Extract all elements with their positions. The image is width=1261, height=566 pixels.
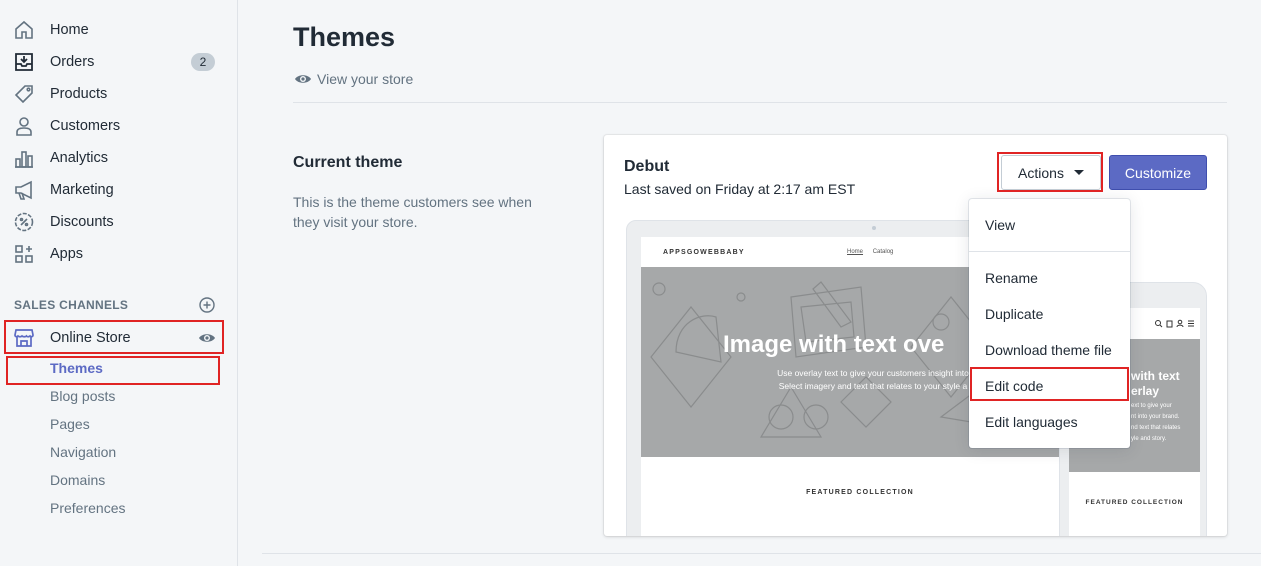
phone-sub-line: nt into your brand. (1131, 414, 1180, 420)
theme-card: Debut Last saved on Friday at 2:17 am ES… (604, 135, 1227, 536)
phone-sub-line: ext to give your (1131, 403, 1172, 409)
view-store-link[interactable]: View your store (294, 70, 413, 88)
orders-count-badge: 2 (191, 53, 215, 71)
phone-title-line: erlay (1131, 384, 1160, 398)
phone-hero-subtitle: ext to give your nt into your brand. nd … (1131, 401, 1180, 445)
menu-item-rename[interactable]: Rename (985, 270, 1038, 286)
menu-item-edit-languages[interactable]: Edit languages (985, 414, 1078, 430)
nav-label: Apps (50, 246, 84, 262)
theme-last-saved: Last saved on Friday at 2:17 am EST (624, 181, 856, 197)
sidebar: Home Orders 2 Products Customers Analyti… (0, 0, 238, 566)
view-store-label: View your store (317, 71, 414, 87)
highlight-themes (6, 356, 220, 385)
camera-dot (872, 226, 876, 230)
person-icon (13, 115, 35, 137)
phone-title-line: with text (1131, 369, 1180, 383)
phone-featured-collection: FEATURED COLLECTION (1085, 499, 1184, 506)
nav-label: Products (50, 86, 108, 102)
phone-sub-line: yle and story. (1131, 436, 1167, 442)
sub-item-blog-posts[interactable]: Blog posts (50, 388, 115, 404)
nav-item-customers[interactable]: Customers (0, 110, 238, 142)
nav-item-discounts[interactable]: Discounts (0, 206, 238, 238)
menu-separator (969, 251, 1130, 252)
sales-channels-heading: SALES CHANNELS (14, 298, 129, 312)
orders-icon (13, 51, 35, 73)
nav-item-marketing[interactable]: Marketing (0, 174, 238, 206)
phone-sub-line: nd text that relates (1131, 425, 1181, 431)
nav-label: Home (50, 22, 89, 38)
nav-label: Marketing (50, 182, 114, 198)
sub-item-preferences[interactable]: Preferences (50, 500, 125, 516)
eye-icon (295, 75, 311, 83)
nav-item-products[interactable]: Products (0, 78, 238, 110)
nav-item-apps[interactable]: Apps (0, 238, 238, 270)
current-theme-title: Current theme (293, 154, 403, 171)
highlight-actions-button (997, 152, 1103, 192)
home-icon (13, 19, 35, 41)
add-channel-icon[interactable] (199, 297, 215, 313)
nav-item-home[interactable]: Home (0, 14, 238, 46)
tag-icon (13, 83, 35, 105)
bar-chart-icon (13, 147, 35, 169)
preview-hero-title: Image with text ove (723, 331, 945, 358)
customize-button[interactable]: Customize (1109, 155, 1207, 190)
nav-item-orders[interactable]: Orders 2 (0, 46, 238, 78)
preview-featured-collection: FEATURED COLLECTION (806, 489, 914, 496)
divider (293, 102, 1227, 103)
discount-icon (13, 211, 35, 233)
menu-item-download-theme-file[interactable]: Download theme file (985, 342, 1112, 358)
preview-nav-catalog: Catalog (872, 249, 894, 255)
sub-item-navigation[interactable]: Navigation (50, 444, 116, 460)
menu-item-duplicate[interactable]: Duplicate (985, 306, 1043, 322)
megaphone-icon (13, 179, 35, 201)
nav-item-analytics[interactable]: Analytics (0, 142, 238, 174)
actions-dropdown: View Rename Duplicate Download theme fil… (969, 199, 1130, 448)
preview-logo: APPSGOWEBBABY (663, 249, 745, 256)
page-title: Themes (293, 22, 396, 52)
apps-icon (13, 243, 35, 265)
nav-label: Orders (50, 54, 95, 70)
phone-header-icons (1154, 319, 1194, 330)
sub-item-domains[interactable]: Domains (50, 472, 105, 488)
nav-label: Discounts (50, 214, 114, 230)
bottom-divider (262, 553, 1261, 554)
nav-label: Customers (50, 118, 121, 134)
highlight-edit-code (970, 367, 1129, 401)
phone-hero-title: with text erlay (1131, 369, 1180, 399)
theme-name: Debut (624, 158, 670, 175)
sub-item-pages[interactable]: Pages (50, 416, 90, 432)
highlight-online-store (4, 320, 224, 354)
preview-nav: Home Catalog (847, 249, 901, 255)
current-theme-description: This is the theme customers see when the… (293, 194, 532, 230)
preview-nav-home: Home (847, 249, 864, 255)
menu-item-view[interactable]: View (985, 217, 1015, 233)
nav-label: Analytics (50, 150, 109, 166)
